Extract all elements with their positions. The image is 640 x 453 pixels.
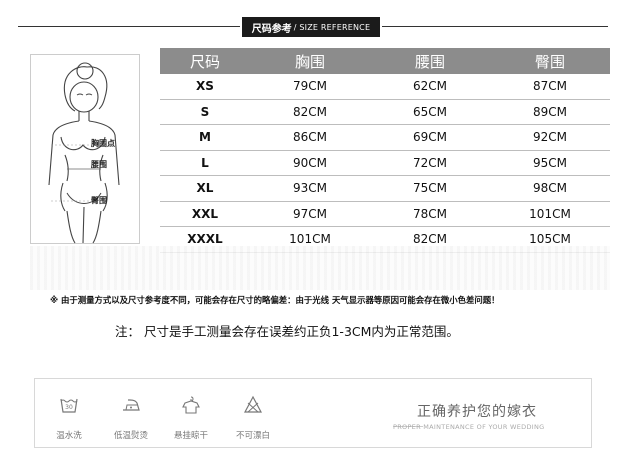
hip-label: 臀围 bbox=[91, 196, 107, 205]
header-waist: 腰围 bbox=[414, 52, 445, 71]
care-title: 正确养护您的嫁衣 bbox=[417, 404, 537, 420]
care-label: 低温熨烫 bbox=[113, 431, 148, 441]
no-bleach-icon bbox=[244, 395, 262, 413]
care-item-no-bleach: 不可漂白 bbox=[223, 379, 283, 449]
waist-cell: 75CM bbox=[412, 181, 447, 196]
header-size: 尺码 bbox=[189, 52, 220, 71]
chest-cell: 93CM bbox=[292, 181, 327, 196]
waist-cell: 82CM bbox=[412, 232, 447, 247]
waist-label: 腰围 bbox=[91, 160, 107, 169]
size-table: 尺码 胸围 腰围 臀围 XS 79CM 62CM 87CM S 82CM 65C… bbox=[160, 48, 610, 253]
measurement-disclaimer: ※ 由于测量方式以及尺寸参考度不同，可能会存在尺寸的略偏差：由于光线 天气显示器… bbox=[50, 295, 500, 305]
care-item-wash: 30 温水洗 bbox=[39, 379, 99, 449]
waist-cell: 65CM bbox=[412, 104, 447, 119]
care-label: 温水洗 bbox=[56, 431, 82, 441]
care-label: 悬挂晾干 bbox=[173, 431, 208, 441]
size-cell: XL bbox=[196, 181, 214, 196]
hip-cell: 87CM bbox=[532, 79, 567, 94]
size-cell: L bbox=[201, 155, 209, 170]
header-hip: 臀围 bbox=[534, 52, 565, 71]
table-row: XS 79CM 62CM 87CM bbox=[160, 74, 610, 100]
chest-cell: 86CM bbox=[292, 130, 327, 145]
table-row: XL 93CM 75CM 98CM bbox=[160, 176, 610, 202]
svg-text:30: 30 bbox=[65, 404, 73, 411]
wash-30-icon: 30 bbox=[60, 398, 78, 413]
waist-cell: 62CM bbox=[412, 79, 447, 94]
low-iron-icon bbox=[123, 399, 140, 411]
care-item-hang: 悬挂晾干 bbox=[161, 379, 221, 449]
header-rule-left bbox=[18, 26, 240, 27]
table-row: XXL 97CM 78CM 101CM bbox=[160, 202, 610, 227]
waist-cell: 78CM bbox=[412, 206, 447, 221]
size-cell: M bbox=[199, 130, 211, 145]
body-measurement-figure: 胸围点 腰围 臀围 bbox=[30, 54, 140, 244]
care-subtitle: PROPER MAINTENANCE OF YOUR WEDDING bbox=[393, 423, 545, 431]
table-row: S 82CM 65CM 89CM bbox=[160, 100, 610, 125]
hip-cell: 95CM bbox=[532, 155, 567, 170]
chest-cell: 90CM bbox=[292, 155, 327, 170]
size-cell: S bbox=[200, 104, 210, 119]
care-instructions-panel: 30 温水洗 低温熨烫 悬挂晾干 不可漂白 正确养护您的嫁衣 PROPER MA… bbox=[34, 378, 592, 448]
size-cell: XS bbox=[196, 79, 214, 94]
chest-point-label: 胸围点 bbox=[91, 139, 115, 148]
size-reference-subtitle: / SIZE REFERENCE bbox=[293, 22, 371, 32]
table-row: M 86CM 69CM 92CM bbox=[160, 125, 610, 151]
size-cell: XXL bbox=[191, 206, 219, 221]
size-reference-badge: 尺码参考 / SIZE REFERENCE bbox=[242, 17, 380, 37]
care-item-iron: 低温熨烫 bbox=[101, 379, 161, 449]
chest-cell: 97CM bbox=[292, 206, 327, 221]
hang-dry-icon bbox=[182, 396, 200, 414]
chest-cell: 79CM bbox=[292, 79, 327, 94]
hip-cell: 92CM bbox=[532, 130, 567, 145]
size-table-header: 尺码 胸围 腰围 臀围 bbox=[160, 48, 610, 74]
hip-cell: 105CM bbox=[529, 232, 571, 247]
chest-cell: 101CM bbox=[289, 232, 331, 247]
hip-cell: 98CM bbox=[532, 181, 567, 196]
woman-outline-icon bbox=[48, 62, 120, 244]
hip-cell: 89CM bbox=[532, 104, 567, 119]
table-row: L 90CM 72CM 95CM bbox=[160, 151, 610, 176]
header-chest: 胸围 bbox=[294, 52, 325, 71]
size-cell: XXXL bbox=[187, 232, 223, 247]
tolerance-note: 注： 尺寸是手工测量会存在误差约正负1-3CM内为正常范围。 bbox=[115, 324, 459, 339]
waist-cell: 72CM bbox=[412, 155, 447, 170]
header-rule-right bbox=[382, 26, 608, 27]
hip-cell: 101CM bbox=[529, 206, 571, 221]
table-reflection-decoration bbox=[30, 246, 610, 290]
size-reference-title: 尺码参考 bbox=[251, 23, 292, 35]
waist-cell: 69CM bbox=[412, 130, 447, 145]
chest-cell: 82CM bbox=[292, 104, 327, 119]
care-label: 不可漂白 bbox=[235, 431, 270, 441]
